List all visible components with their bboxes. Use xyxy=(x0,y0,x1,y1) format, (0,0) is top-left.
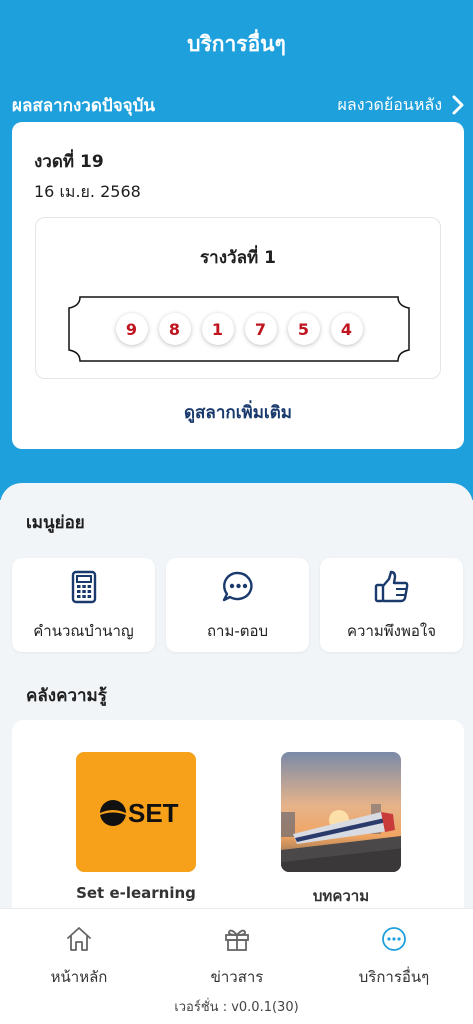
history-link[interactable]: ผลงวดย้อนหลัง xyxy=(338,93,464,118)
nav-home[interactable]: หน้าหลัก xyxy=(0,925,158,986)
chat-bubble-icon xyxy=(222,571,253,602)
knowledge-title: คลังความรู้ xyxy=(26,686,107,706)
set-logo: SET xyxy=(76,752,196,872)
knowledge-card: SET Set e-learning บทความ xyxy=(12,720,464,920)
knowledge-item-set-elearning[interactable]: SET Set e-learning xyxy=(76,752,196,912)
more-lottery-link[interactable]: ดูสลากเพิ่มเติม xyxy=(12,399,464,426)
nav-label: บริการอื่นๆ xyxy=(358,968,430,986)
knowledge-label: บทความ xyxy=(312,887,370,905)
set-logo-text: SET xyxy=(128,798,179,828)
thumbs-up-icon xyxy=(374,570,408,603)
menu-qa[interactable]: ถาม-ตอบ xyxy=(166,558,309,652)
number-ball: 1 xyxy=(201,313,234,345)
train-photo xyxy=(281,752,401,872)
first-prize-box: รางวัลที่ 1 9 8 1 7 5 4 xyxy=(35,217,441,379)
train-photo-graphic xyxy=(281,752,401,872)
submenu-title: เมนูย่อย xyxy=(26,513,85,533)
menu-satisfaction[interactable]: ความพึงพอใจ xyxy=(320,558,463,652)
number-ball: 8 xyxy=(158,313,191,345)
menu-label: ถาม-ตอบ xyxy=(206,622,269,640)
knowledge-item-articles[interactable]: บทความ xyxy=(281,752,401,912)
number-ball: 9 xyxy=(115,313,148,345)
home-icon xyxy=(67,927,91,951)
number-ball: 5 xyxy=(287,313,320,345)
gift-icon xyxy=(225,929,249,951)
prize-title: รางวัลที่ 1 xyxy=(200,248,276,268)
history-link-label: ผลงวดย้อนหลัง xyxy=(337,94,442,114)
calculator-icon xyxy=(71,570,96,604)
winning-numbers: 9 8 1 7 5 4 xyxy=(68,296,410,362)
menu-label: คำนวณบำนาญ xyxy=(33,622,134,640)
draw-number: งวดที่ 19 xyxy=(34,152,104,172)
nav-more-services[interactable]: บริการอื่นๆ xyxy=(315,925,473,986)
nav-label: ข่าวสาร xyxy=(210,968,264,986)
ticket-frame: 9 8 1 7 5 4 xyxy=(68,296,410,362)
draw-date: 16 เม.ย. 2568 xyxy=(34,182,141,201)
version-text: เวอร์ชั่น : v0.0.1(30) xyxy=(174,1000,299,1015)
lottery-result-card: งวดที่ 19 16 เม.ย. 2568 รางวัลที่ 1 9 8 … xyxy=(12,122,464,449)
knowledge-label: Set e-learning xyxy=(76,884,196,902)
number-ball: 7 xyxy=(244,313,277,345)
lottery-section-header: ผลสลากงวดปัจจุบัน ผลงวดย้อนหลัง xyxy=(12,92,464,118)
nav-label: หน้าหลัก xyxy=(50,968,108,986)
more-icon xyxy=(382,927,406,951)
nav-news[interactable]: ข่าวสาร xyxy=(158,925,316,986)
menu-label: ความพึงพอใจ xyxy=(347,622,436,640)
set-logo-graphic: SET xyxy=(100,798,179,828)
page-title: บริการอื่นๆ xyxy=(187,32,286,56)
lottery-section-title: ผลสลากงวดปัจจุบัน xyxy=(12,95,156,116)
chevron-right-icon xyxy=(452,95,464,115)
number-ball: 4 xyxy=(330,313,363,345)
menu-pension-calculator[interactable]: คำนวณบำนาญ xyxy=(12,558,155,652)
